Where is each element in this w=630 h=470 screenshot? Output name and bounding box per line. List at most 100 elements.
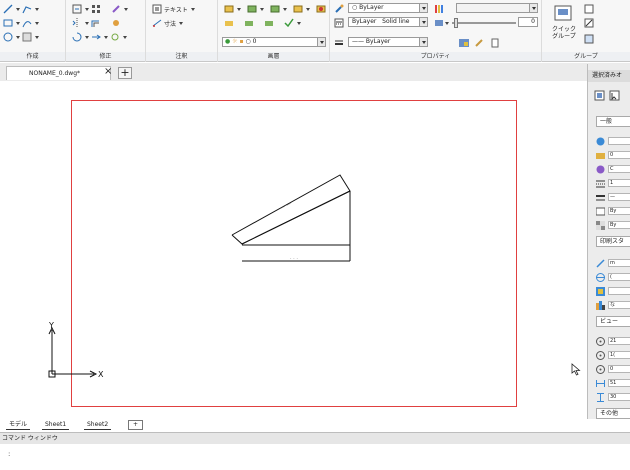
- circle-tool[interactable]: [3, 31, 39, 43]
- document-tab-name: NONAME_0.dwg*: [29, 70, 81, 77]
- new-tab-button[interactable]: +: [118, 67, 132, 79]
- modify-row-1[interactable]: [72, 3, 128, 15]
- center-z-icon: [596, 364, 605, 374]
- properties-panel-title: プロパティ: [330, 52, 541, 61]
- general-row-color[interactable]: [596, 136, 630, 146]
- modify-panel-title: 修正: [66, 52, 145, 61]
- print-row-style[interactable]: m: [596, 258, 630, 268]
- quick-group-label[interactable]: クイック グループ: [546, 26, 582, 40]
- add-layout-button[interactable]: +: [128, 420, 144, 430]
- group-panel: クイック グループ グループ: [542, 0, 630, 62]
- view-row-center-x[interactable]: 21: [596, 336, 630, 346]
- command-prompt[interactable]: :: [8, 450, 10, 458]
- properties-palette: 選択済みオ 一般 0 C 1 — By By 印刷スタ m ( な ビュー 21…: [587, 64, 630, 424]
- layer-tools-row-2[interactable]: [224, 17, 301, 29]
- tab-model[interactable]: モデル: [6, 420, 31, 430]
- text-tool-label: テキスト: [164, 6, 188, 14]
- text-button[interactable]: テキスト: [152, 3, 195, 15]
- section-print-style[interactable]: 印刷スタ: [596, 236, 630, 247]
- drawing-geometry[interactable]: —·—· · · ·: [72, 101, 518, 408]
- mouse-cursor-icon: [571, 363, 581, 376]
- line-icon: [3, 4, 13, 14]
- transparency-value[interactable]: 0: [518, 17, 538, 27]
- fillet-icon: [111, 33, 119, 41]
- stretch-icon: [92, 34, 101, 40]
- slope-outline[interactable]: [231, 174, 351, 245]
- print-row-available[interactable]: な: [596, 300, 630, 310]
- modify-row-2[interactable]: [72, 17, 121, 29]
- center-y-icon: [596, 350, 605, 360]
- base-label: · · ·: [290, 256, 298, 262]
- color-combo[interactable]: ○ ByLayer: [348, 3, 428, 13]
- lineweight-combo[interactable]: —— ByLayer: [348, 37, 428, 47]
- layer-combo-value: 0: [252, 38, 257, 45]
- layer-isolate-icon: [270, 5, 280, 13]
- tab-sheet1[interactable]: Sheet1: [42, 420, 70, 430]
- print-attached-icon: [596, 286, 605, 296]
- tab-sheet2[interactable]: Sheet2: [84, 420, 112, 430]
- list-icon[interactable]: [458, 38, 470, 48]
- rectangle-icon: [3, 19, 13, 27]
- layer-tools-row-1[interactable]: [224, 3, 326, 15]
- document-icon[interactable]: [490, 38, 500, 48]
- dimension-button[interactable]: 寸法: [152, 17, 184, 29]
- print-row-table[interactable]: (: [596, 272, 630, 282]
- plotstyle-combo[interactable]: [456, 3, 538, 13]
- color-bars-icon[interactable]: [434, 4, 446, 14]
- close-tab-icon[interactable]: ×: [104, 67, 112, 77]
- rectangle-tool[interactable]: [3, 17, 39, 29]
- document-tab-row: NONAME_0.dwg* × +: [0, 63, 630, 81]
- select-objects-icon[interactable]: [594, 90, 605, 101]
- linetype-combo[interactable]: ByLayer Solid line: [348, 17, 428, 27]
- view-row-center-y[interactable]: 1(: [596, 350, 630, 360]
- modify-panel: 修正: [66, 0, 146, 62]
- explode-icon: [113, 20, 119, 26]
- offset-icon: [91, 20, 99, 27]
- hyperlink-icon: [596, 220, 605, 230]
- dimension-icon: [152, 19, 162, 27]
- height-icon: [597, 392, 604, 402]
- layer-match-icon: [316, 5, 326, 13]
- color-combo-value: ByLayer: [359, 4, 384, 11]
- make-current-icon: [225, 21, 233, 26]
- circle-icon: [3, 32, 13, 42]
- rotate-icon: [72, 32, 82, 42]
- layer-panel: ● ☼ ▪ ○ 0 画層: [218, 0, 330, 62]
- general-row-lineweight[interactable]: —: [596, 192, 630, 202]
- quick-select-icon[interactable]: [609, 90, 620, 101]
- view-row-height[interactable]: 30: [596, 392, 630, 402]
- general-row-layer[interactable]: 0: [596, 150, 630, 160]
- section-view[interactable]: ビュー: [596, 316, 630, 327]
- group-icon[interactable]: [554, 5, 572, 21]
- print-row-attached[interactable]: [596, 286, 630, 296]
- line-tool[interactable]: [3, 3, 39, 15]
- draw-panel-title: 作成: [0, 52, 65, 61]
- section-general[interactable]: 一般: [596, 116, 630, 127]
- document-tab[interactable]: NONAME_0.dwg*: [6, 66, 111, 80]
- layer-combo[interactable]: ● ☼ ▪ ○ 0: [222, 37, 326, 47]
- match-properties-icon[interactable]: [334, 4, 344, 14]
- command-window-title: コマンド ウィンドウ: [0, 432, 630, 444]
- pencil-icon[interactable]: [474, 38, 484, 48]
- dimension-tool-label: 寸法: [164, 20, 177, 28]
- transparency-slider[interactable]: [452, 18, 516, 28]
- general-row-scale[interactable]: 1: [596, 178, 630, 188]
- ucs-icon: Y X: [48, 322, 104, 379]
- general-row-transparency[interactable]: By: [596, 206, 630, 216]
- modify-row-3[interactable]: [72, 31, 127, 43]
- group-select-icon[interactable]: [584, 34, 594, 44]
- group-edit-icon[interactable]: [584, 18, 594, 28]
- view-row-width[interactable]: 51: [596, 378, 630, 388]
- view-row-center-z[interactable]: 0: [596, 364, 630, 374]
- drawing-canvas[interactable]: —·—· · · · Y X: [0, 82, 585, 418]
- general-row-linetype[interactable]: C: [596, 164, 630, 174]
- layout-tabs: モデル Sheet1 Sheet2 +: [0, 419, 630, 431]
- section-misc[interactable]: その他: [596, 408, 630, 419]
- general-row-hyperlink[interactable]: By: [596, 220, 630, 230]
- palette-toolbar: [594, 90, 620, 101]
- command-window[interactable]: :: [0, 444, 630, 470]
- layer-check-icon: [284, 18, 294, 28]
- slider-thumb[interactable]: [454, 18, 458, 28]
- ungroup-icon[interactable]: [584, 4, 594, 14]
- paper-sheet[interactable]: —·—· · · ·: [71, 100, 517, 407]
